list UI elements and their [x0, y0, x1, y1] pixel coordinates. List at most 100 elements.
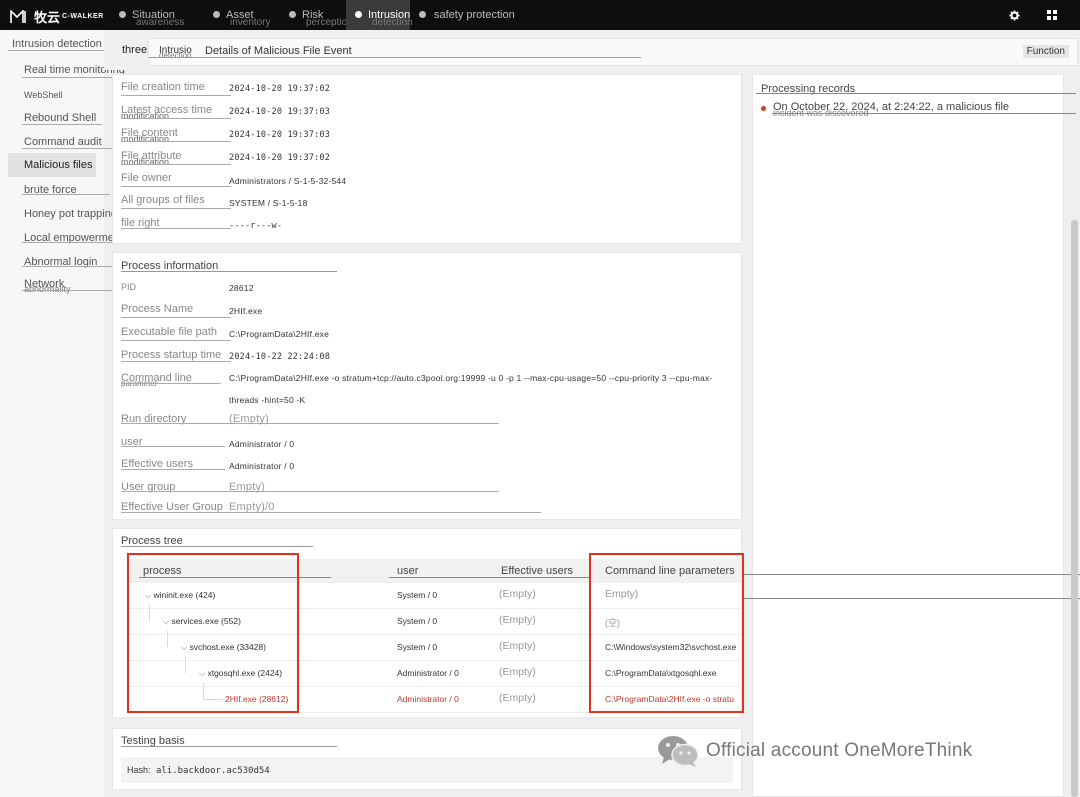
nav-label: Asset	[226, 9, 254, 21]
divider	[121, 469, 225, 470]
hash-value: ali.backdoor.ac530d54	[155, 766, 270, 776]
nav-label: Situation	[132, 9, 175, 21]
user-cell: Administrator / 0	[397, 668, 459, 678]
divider	[121, 118, 231, 119]
brand-name-en: C-WALKER	[62, 13, 104, 20]
pi-value: Empty)/0	[229, 501, 275, 513]
divider	[744, 574, 1080, 575]
prop-label: All groups of files	[121, 194, 205, 206]
pi-value: C:\ProgramData\2HIf.exe	[229, 329, 330, 339]
prop-value: SYSTEM / S-1-5-18	[229, 198, 308, 208]
nav-safety-protection[interactable]: safety protection	[410, 0, 530, 30]
prop-sublabel: modification	[121, 111, 170, 121]
divider	[121, 271, 337, 272]
effective-cell: (Empty)	[499, 666, 536, 678]
divider	[121, 383, 221, 384]
divider	[389, 577, 589, 578]
prop-label: File owner	[121, 172, 172, 184]
brand-logo[interactable]: 牧云 C-WALKER	[10, 7, 104, 26]
pi-value: Administrator / 0	[229, 461, 295, 471]
wechat-icon	[656, 733, 700, 769]
sidebar-item-command-audit[interactable]: Command audit	[8, 130, 102, 154]
sidebar-item-sublabel: abnormality	[24, 284, 71, 294]
effective-cell: (Empty)	[499, 614, 536, 626]
settings-icon[interactable]	[1008, 9, 1020, 21]
divider	[772, 113, 1076, 114]
nav-label: safety protection	[434, 9, 515, 21]
breadcrumb-prefix: three	[122, 44, 148, 56]
nav-asset-inventory[interactable]: inventory Asset	[204, 0, 280, 30]
prop-value: 2024-10-20 19:37:02	[229, 153, 331, 163]
watermark-text: Official account OneMoreThink	[706, 740, 973, 761]
prop-value: 2024-10-20 19:37:03	[229, 130, 331, 140]
pi-label: PID	[121, 282, 137, 292]
divider	[121, 423, 499, 424]
sidebar-item-real-time-monitoring[interactable]: Real time monitoring	[8, 58, 125, 82]
hash-value-box: Hash: ali.backdoor.ac530d54	[121, 757, 733, 783]
sidebar-item-abnormal-login[interactable]: Abnormal login	[8, 250, 97, 274]
sidebar-item-webshell[interactable]: WebShell	[8, 83, 96, 107]
pi-value: 28612	[229, 283, 254, 293]
nav-bullet-icon	[289, 11, 296, 18]
apps-grid-icon[interactable]	[1046, 9, 1058, 21]
breadcrumb: Intrusio detection Details of Malicious …	[148, 38, 1078, 66]
user-cell: System / 0	[397, 616, 438, 626]
prop-value: ----r---w-	[229, 221, 283, 231]
nav-situation-awareness[interactable]: awareness Situation	[110, 0, 204, 30]
sidebar: Intrusion detection Real time monitoring…	[0, 30, 150, 797]
record-entry-text: On October 22, 2024, at 2:24:22, a malic…	[773, 101, 1010, 113]
divider	[121, 446, 225, 447]
pi-value: 2HIf.exe	[229, 306, 263, 316]
divider	[22, 124, 102, 125]
divider	[22, 194, 110, 195]
effective-cell: (Empty)	[499, 588, 536, 600]
brand-name-cn: 牧云	[34, 10, 61, 25]
sidebar-header: Intrusion detection	[12, 38, 102, 50]
main-nav: awareness Situation inventory Asset perc…	[110, 0, 530, 30]
sidebar-item-honey-pot-trapping[interactable]: Honey pot trapping	[8, 202, 117, 226]
divider	[121, 512, 541, 513]
column-header-effective-users[interactable]: Effective users	[501, 565, 573, 577]
sidebar-item-brute-force[interactable]: brute force	[8, 178, 96, 202]
sidebar-item-malicious-files[interactable]: Malicious files	[8, 153, 96, 177]
prop-label: File creation time	[121, 81, 205, 93]
nav-bullet-icon	[419, 11, 426, 18]
file-properties-panel: File creation time 2024-10-20 19:37:02 L…	[112, 74, 742, 244]
divider	[121, 186, 231, 187]
divider	[121, 95, 231, 96]
pi-label: Process Name	[121, 303, 194, 315]
pi-value: Empty)	[229, 481, 266, 493]
user-cell: System / 0	[397, 590, 438, 600]
user-cell: Administrator / 0	[397, 694, 459, 704]
prop-sublabel: modification	[121, 134, 170, 144]
pi-label: Process startup time	[121, 349, 222, 361]
vertical-scrollbar[interactable]	[1071, 220, 1078, 797]
nav-intrusion-detection[interactable]: detection Intrusion	[346, 0, 413, 30]
sidebar-item-rebound-shell[interactable]: Rebound Shell	[8, 106, 96, 130]
processing-records-panel: Processing records incident was discover…	[752, 74, 1064, 797]
nav-risk-perception[interactable]: perception Risk	[280, 0, 353, 30]
pi-value: (Empty)	[229, 413, 269, 425]
divider	[121, 491, 499, 492]
pi-label: Executable file path	[121, 326, 218, 338]
nav-label: Intrusion	[368, 9, 411, 21]
sidebar-item-local-empowerment[interactable]: Local empowerment	[8, 226, 123, 250]
function-button[interactable]: Function	[1022, 45, 1069, 58]
effective-cell: (Empty)	[499, 692, 536, 704]
divider	[121, 317, 231, 318]
divider	[121, 546, 313, 547]
watermark: Official account OneMoreThink	[656, 733, 972, 769]
process-tree-panel: Process tree process user Effective user…	[112, 528, 744, 718]
nav-bullet-icon	[213, 11, 220, 18]
top-navigation-bar: 牧云 C-WALKER awareness Situation inventor…	[0, 0, 1080, 30]
divider	[121, 164, 231, 165]
hash-label: Hash:	[127, 765, 151, 775]
logo-icon	[10, 9, 30, 24]
prop-value: Administrators / S-1-5-32-544	[229, 176, 347, 186]
prop-value: 2024-10-20 19:37:02	[229, 84, 331, 94]
testing-basis-panel: Testing basis Hash: ali.backdoor.ac530d5…	[112, 728, 742, 790]
divider	[121, 361, 231, 362]
prop-sublabel: modification	[121, 157, 170, 167]
divider	[121, 208, 231, 209]
column-header-user[interactable]: user	[397, 565, 418, 577]
